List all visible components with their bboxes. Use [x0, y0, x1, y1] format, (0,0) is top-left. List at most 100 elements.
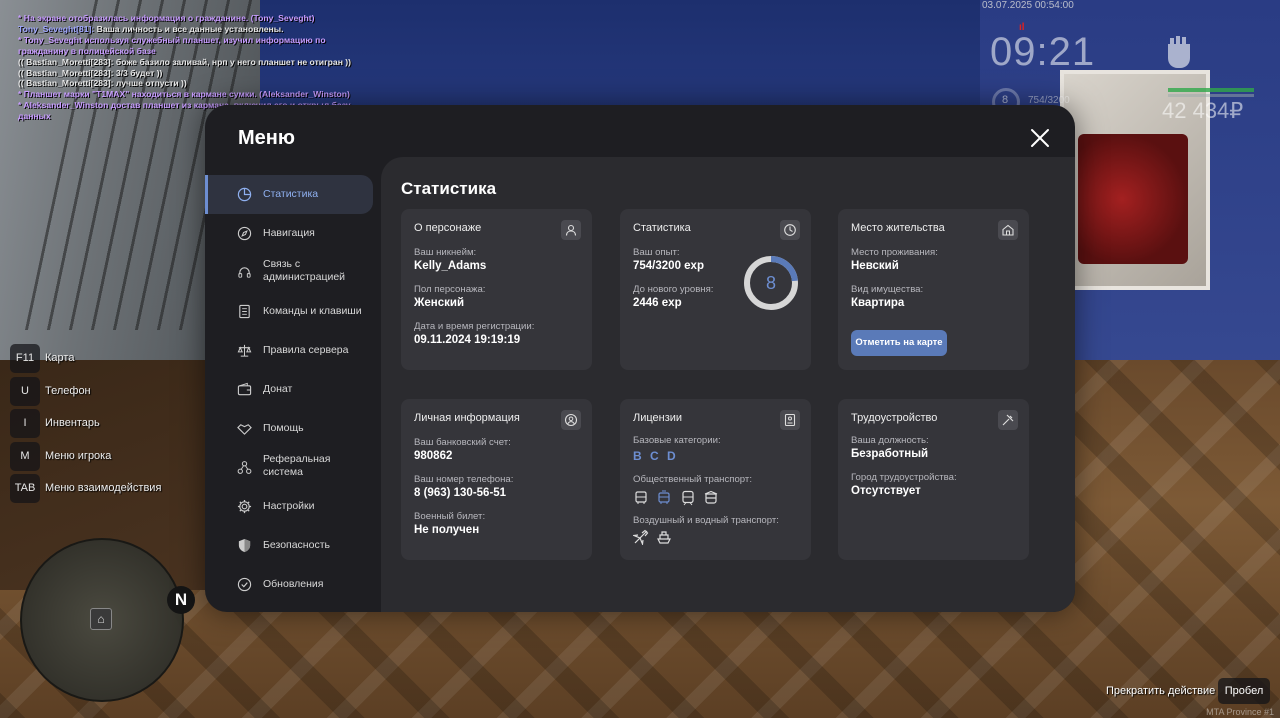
profile-icon: [561, 410, 581, 430]
hud-time: 09:21: [990, 30, 1096, 74]
wallet-icon: [237, 382, 252, 396]
hotkey-label: Карта: [45, 352, 75, 364]
field-label: Пол персонажа:: [414, 284, 486, 295]
next-level-value: 2446 exp: [633, 297, 682, 309]
compass-icon: [237, 226, 252, 241]
level-progress-ring: 8: [741, 253, 801, 313]
field-label: Место проживания:: [851, 247, 938, 258]
hotkey-label: Инвентарь: [45, 417, 100, 430]
field-label: Базовые категории:: [633, 435, 721, 446]
exp-value: 754/3200 exp: [633, 260, 704, 272]
clock-icon: [780, 220, 800, 240]
hotkey-map[interactable]: F11 Карта: [10, 344, 210, 377]
mark-on-map-button[interactable]: Отметить на карте: [851, 330, 947, 356]
field-label: Вид имущества:: [851, 284, 924, 295]
hud-money: 42 434₽: [1162, 98, 1244, 123]
nav-item-rules[interactable]: Правила сервера: [205, 331, 373, 370]
chat-line: * Tony_Seveght используя служебный планш…: [18, 34, 326, 56]
nav-label: Команды и клавиши: [263, 305, 362, 317]
chat-line: (( Bastian_Moretti[283]: боже базило зал…: [18, 56, 351, 67]
hotkey-label: Телефон: [45, 384, 91, 397]
user-icon: [561, 220, 581, 240]
nav-label: Помощь: [263, 422, 304, 434]
field-label: Ваш никнейм:: [414, 247, 477, 258]
headset-icon: [238, 267, 251, 278]
position-value: Безработный: [851, 448, 929, 460]
category-d: D: [667, 449, 676, 463]
nav-item-commands[interactable]: Команды и клавиши: [205, 292, 373, 331]
space-key-button[interactable]: Пробел: [1218, 678, 1270, 704]
nav-item-updates[interactable]: Обновления: [205, 565, 373, 604]
key-badge: F11: [10, 344, 40, 373]
menu-title: Меню: [238, 127, 295, 149]
hotkey-interaction-menu[interactable]: TAB Меню взаимодействия: [10, 474, 210, 507]
key-badge: I: [10, 409, 40, 439]
field-label: Воздушный и водный транспорт:: [633, 515, 779, 526]
property-type-value: Квартира: [851, 297, 905, 309]
chat-line: (( Bastian_Moretti[283]: 3/3 будет )): [18, 67, 163, 78]
field-label: До нового уровня:: [633, 284, 714, 295]
hotkey-phone[interactable]: U Телефон: [10, 376, 210, 410]
house-icon: ⌂: [90, 608, 112, 630]
hotkey-inventory[interactable]: I Инвентарь: [10, 409, 210, 442]
field-label: Ваша должность:: [851, 435, 929, 446]
nav-item-help[interactable]: Помощь: [205, 409, 373, 448]
license-icon: [780, 410, 800, 430]
fist-icon: [1168, 36, 1190, 68]
level-number: 8: [765, 273, 776, 293]
pie-chart-icon: [237, 187, 252, 202]
nav-item-admin-contact[interactable]: Связь с администрацией: [205, 253, 373, 292]
licenses-card: Лицензии Базовые категории: B C D Общест…: [620, 399, 811, 560]
check-circle-icon: [237, 577, 252, 592]
scales-icon: [237, 344, 252, 357]
nav-item-navigation[interactable]: Навигация: [205, 214, 373, 253]
boat-icon: [657, 531, 671, 544]
nav-item-donate[interactable]: Донат: [205, 370, 373, 409]
field-label: Город трудоустройства:: [851, 472, 957, 483]
card-title: Статистика: [633, 222, 691, 234]
field-label: Ваш опыт:: [633, 247, 680, 258]
hotkey-player-menu[interactable]: M Меню игрока: [10, 441, 210, 475]
nav-item-statistics[interactable]: Статистика: [205, 175, 373, 214]
train-icon: [682, 490, 694, 506]
nav-label: Настройки: [263, 500, 315, 512]
chat-line: (( Bastian_Moretti[283]: лучше отпусти )…: [18, 78, 187, 89]
category-b: B: [633, 449, 642, 463]
nav-label: Безопасность: [263, 539, 330, 551]
key-badge: M: [10, 441, 40, 471]
card-title: Лицензии: [633, 412, 683, 424]
north-indicator: N: [167, 586, 195, 614]
tram-icon: [658, 490, 670, 504]
military-id-value: Не получен: [414, 524, 480, 536]
nickname-value: Kelly_Adams: [414, 260, 487, 272]
residence-card: Место жительства Место проживания: Невск…: [838, 209, 1029, 370]
employment-city-value: Отсутствует: [851, 485, 921, 497]
field-label: Общественный транспорт:: [633, 474, 752, 485]
hotkey-label: Меню взаимодействия: [45, 482, 162, 495]
hud-date: 03.07.2025 00:54:00: [982, 0, 1074, 11]
nav-item-referral[interactable]: Реферальная система: [205, 448, 373, 487]
chat-line: * Планшет марки "T1MAX" находиться в кар…: [18, 89, 350, 100]
armor-bar: [1168, 94, 1254, 97]
card-title: Трудоустройство: [851, 412, 938, 424]
handshake-icon: [237, 424, 252, 435]
field-label: Военный билет:: [414, 511, 486, 522]
hotkey-list: F11 Карта U Телефон I Инвентарь M Меню и…: [10, 344, 210, 507]
employment-card: Трудоустройство Ваша должность: Безработ…: [838, 399, 1029, 560]
server-name: MTA Province #1: [1206, 707, 1274, 717]
panel-heading: Статистика: [401, 179, 497, 198]
nav-item-settings[interactable]: Настройки: [205, 487, 373, 526]
phone-value: 8 (963) 130-56-51: [414, 487, 507, 499]
shield-icon: [238, 538, 251, 553]
referral-icon: [237, 461, 252, 474]
bank-account-value: 980862: [414, 450, 453, 462]
card-title: Личная информация: [414, 412, 520, 424]
chat-line: * На экране отобразилась информация о гр…: [18, 13, 315, 23]
close-icon[interactable]: [1029, 127, 1051, 149]
residence-value: Невский: [851, 260, 899, 272]
gear-icon: [237, 499, 252, 514]
nav-item-security[interactable]: Безопасность: [205, 526, 373, 565]
menu-sidebar: Статистика Навигация Связь с администрац…: [205, 175, 381, 604]
metro-icon: [704, 490, 718, 504]
minimap[interactable]: ⌂: [20, 538, 184, 702]
